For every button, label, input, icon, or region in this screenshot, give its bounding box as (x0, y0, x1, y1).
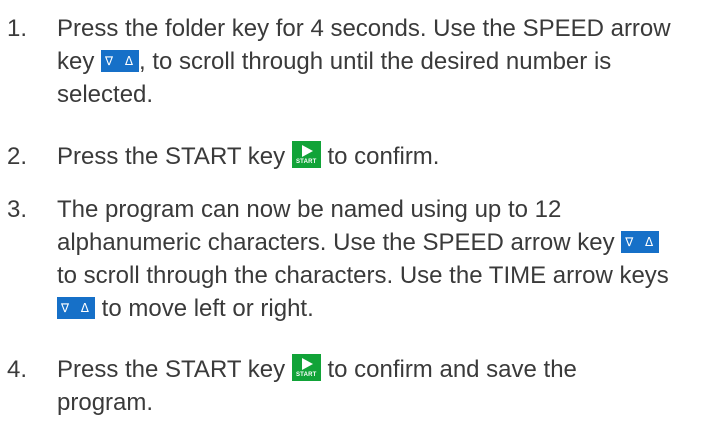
speed-arrow-key-icon: ∇ Δ (101, 49, 140, 72)
step-line: Press the folder key for 4 seconds. Use … (57, 15, 671, 42)
step-text-segment: alphanumeric characters. Use the SPEED a… (57, 229, 615, 256)
time-arrow-key-icon: ∇ Δ (57, 296, 95, 319)
step-line-with-key: Press the START key START to confirm and… (57, 353, 707, 386)
step-text-segment: key (57, 48, 95, 75)
step-text-segment: to confirm. (327, 143, 440, 170)
step-text-segment: to move left or right. (101, 295, 314, 322)
step-line: program. (57, 389, 154, 416)
step-text: Press the START key START to confirm and… (57, 353, 707, 419)
step-number: 4. (7, 356, 28, 383)
play-triangle-icon (301, 145, 313, 158)
start-key-icon: START (291, 141, 321, 169)
step-line-with-key: ∇ Δ to move left or right. (57, 292, 707, 325)
step-text-segment: , to scroll through until the desired nu… (139, 48, 612, 75)
start-key-label: START (295, 159, 317, 166)
speed-arrow-key-icon: ∇ Δ (621, 230, 660, 253)
step-text: Press the folder key for 4 seconds. Use … (57, 12, 707, 111)
step-text-segment: Press the START key (57, 356, 286, 383)
step-line: selected. (57, 81, 154, 108)
step-text-segment: Press the START key (57, 143, 286, 170)
step-text: Press the START key START to confirm. (57, 140, 707, 173)
start-key-icon: START (291, 354, 321, 382)
step-number: 1. (7, 15, 28, 42)
step-number: 3. (7, 196, 28, 223)
step-number: 2. (7, 143, 28, 170)
play-triangle-icon (301, 358, 313, 371)
step-line-with-key: key ∇ Δ, to scroll through until the des… (57, 45, 707, 78)
step-line: The program can now be named using up to… (57, 196, 562, 223)
step-line-with-key: Press the START key START to confirm. (57, 140, 707, 173)
step-text-segment: to confirm and save the (327, 356, 577, 383)
start-key-label: START (295, 372, 317, 379)
step-line-with-key: alphanumeric characters. Use the SPEED a… (57, 226, 707, 259)
step-line: to scroll through the characters. Use th… (57, 262, 669, 289)
step-text: The program can now be named using up to… (57, 193, 707, 325)
